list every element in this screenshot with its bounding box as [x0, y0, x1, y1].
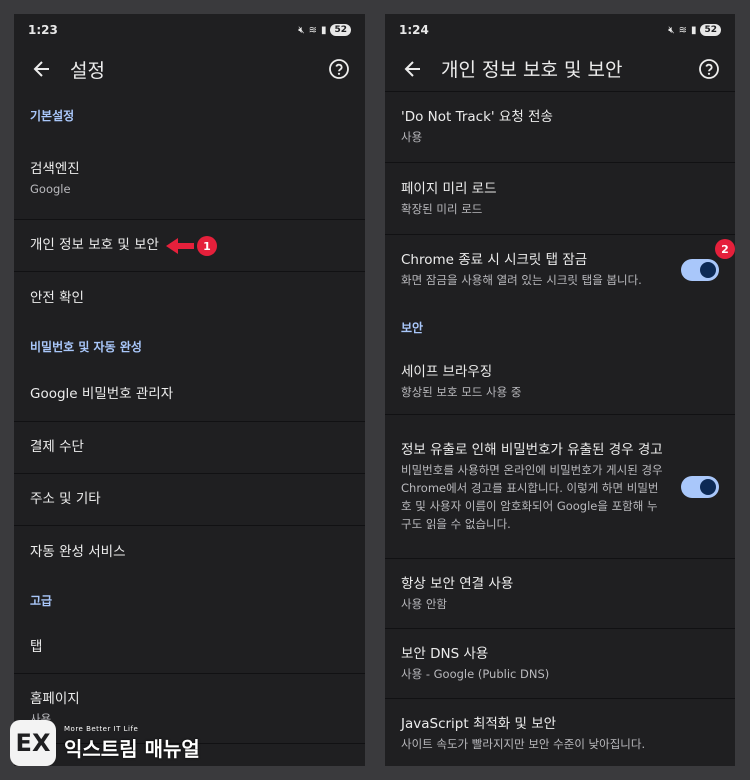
setting-value: 사용 안함	[401, 596, 447, 611]
setting-title: 검색엔진	[30, 160, 80, 177]
setting-title: 탭	[30, 639, 43, 655]
page-title: 개인 정보 보호 및 보안	[441, 59, 623, 81]
logo-tagline: More Better IT Life	[64, 724, 139, 733]
setting-value: 확장된 미리 로드	[401, 201, 483, 216]
status-icons: 🔇︎ ≋ ▮ 52	[668, 24, 721, 36]
pointer-arrow-icon	[166, 238, 194, 254]
setting-preload-pages[interactable]: 페이지 미리 로드 확장된 미리 로드	[385, 163, 735, 235]
status-icons: 🔇︎ ≋ ▮ 52	[298, 24, 351, 36]
step-badge: 2	[715, 239, 735, 259]
setting-title: 세이프 브라우징	[401, 363, 493, 380]
setting-title: 자동 완성 서비스	[30, 543, 126, 560]
setting-title: 페이지 미리 로드	[401, 180, 497, 197]
setting-value: 사용	[401, 130, 423, 144]
setting-title: 안전 확인	[30, 289, 84, 306]
settings-screen: 1:23 🔇︎ ≋ ▮ 52 설정 기본설정 검색엔진 Google 개인 정보…	[14, 14, 365, 766]
help-icon[interactable]	[327, 57, 351, 81]
back-arrow-icon[interactable]	[28, 55, 56, 83]
setting-safe-browsing[interactable]: 세이프 브라우징 향상된 보호 모드 사용 중	[385, 349, 735, 415]
section-header-basic: 기본설정	[30, 108, 75, 123]
setting-value: 사이트 속도가 빨라지지만 보안 수준이 낮아집니다.	[401, 737, 646, 751]
help-icon[interactable]	[697, 57, 721, 81]
setting-safety-check[interactable]: 안전 확인	[14, 272, 365, 324]
setting-title: 홈페이지	[30, 690, 80, 707]
site-watermark: EX More Better IT Life 익스트림 매뉴얼	[10, 720, 200, 766]
status-bar: 1:23 🔇︎ ≋ ▮ 52	[14, 14, 365, 46]
setting-title: Google 비밀번호 관리자	[30, 386, 174, 402]
setting-incognito-lock[interactable]: Chrome 종료 시 시크릿 탭 잠금 화면 잠금을 사용해 열려 있는 시크…	[385, 235, 735, 305]
status-time: 1:24	[399, 23, 429, 37]
section-header-advanced: 고급	[30, 593, 53, 608]
step-badge: 1	[197, 236, 217, 256]
toggle-knob	[700, 478, 716, 495]
setting-secure-connection[interactable]: 항상 보안 연결 사용 사용 안함	[385, 559, 735, 629]
setting-title: 주소 및 기타	[30, 491, 101, 507]
mute-icon: 🔇︎	[668, 24, 675, 36]
status-bar: 1:24 🔇︎ ≋ ▮ 52	[385, 14, 735, 46]
setting-payment-methods[interactable]: 결제 수단	[14, 422, 365, 474]
mute-icon: 🔇︎	[298, 24, 305, 36]
setting-javascript-optimization[interactable]: JavaScript 최적화 및 보안 사이트 속도가 빨라지지만 보안 수준이…	[385, 699, 735, 766]
setting-text: 정보 유출로 인해 비밀번호가 유출된 경우 경고 비밀번호를 사용하면 온라인…	[401, 441, 681, 533]
setting-title: 'Do Not Track' 요청 전송	[401, 109, 553, 125]
setting-title: 보안 DNS 사용	[401, 645, 489, 662]
setting-tabs[interactable]: 탭	[14, 622, 365, 674]
setting-password-leak-warning[interactable]: 정보 유출로 인해 비밀번호가 유출된 경우 경고 비밀번호를 사용하면 온라인…	[385, 415, 735, 559]
setting-text: Chrome 종료 시 시크릿 탭 잠금 화면 잠금을 사용해 열려 있는 시크…	[401, 251, 681, 289]
battery-indicator: 52	[700, 24, 721, 36]
setting-autofill-services[interactable]: 자동 완성 서비스	[14, 526, 365, 578]
setting-description: 화면 잠금을 사용해 열려 있는 시크릿 탭을 봅니다.	[401, 273, 642, 287]
battery-indicator: 52	[330, 24, 351, 36]
status-time: 1:23	[28, 23, 58, 37]
back-arrow-icon[interactable]	[399, 55, 427, 83]
setting-value: 향상된 보호 모드 사용 중	[401, 384, 522, 399]
setting-secure-dns[interactable]: 보안 DNS 사용 사용 - Google (Public DNS)	[385, 629, 735, 699]
privacy-security-screen: 1:24 🔇︎ ≋ ▮ 52 개인 정보 보호 및 보안 'Do Not Tra…	[385, 14, 735, 766]
wifi-icon: ≋	[308, 24, 317, 36]
app-bar: 개인 정보 보호 및 보안	[385, 46, 735, 92]
signal-icon: ▮	[320, 24, 327, 36]
privacy-settings-list: 'Do Not Track' 요청 전송 사용 페이지 미리 로드 확장된 미리…	[385, 92, 735, 766]
logo-text: More Better IT Life 익스트림 매뉴얼	[64, 725, 200, 762]
setting-title: 결제 수단	[30, 439, 84, 455]
toggle-knob	[700, 262, 716, 278]
setting-title: Chrome 종료 시 시크릿 탭 잠금	[401, 252, 588, 268]
page-title: 설정	[70, 59, 105, 82]
setting-description: 비밀번호를 사용하면 온라인에 비밀번호가 게시된 경우 Chrome에서 경고…	[401, 462, 663, 531]
wifi-icon: ≋	[678, 24, 687, 36]
section-header-autofill: 비밀번호 및 자동 완성	[30, 339, 142, 354]
setting-addresses[interactable]: 주소 및 기타	[14, 474, 365, 526]
setting-privacy-security[interactable]: 개인 정보 보호 및 보안 1	[14, 220, 365, 272]
setting-title: 정보 유출로 인해 비밀번호가 유출된 경우 경고	[401, 441, 663, 458]
app-bar: 설정	[14, 46, 365, 92]
setting-do-not-track[interactable]: 'Do Not Track' 요청 전송 사용	[385, 92, 735, 163]
setting-title: JavaScript 최적화 및 보안	[401, 716, 557, 732]
setting-search-engine[interactable]: 검색엔진 Google	[14, 138, 365, 220]
setting-password-manager[interactable]: Google 비밀번호 관리자	[14, 368, 365, 422]
settings-list: 기본설정 검색엔진 Google 개인 정보 보호 및 보안 1 안전 확인 비…	[14, 92, 365, 744]
signal-icon: ▮	[690, 24, 697, 36]
logo-letter: EX	[15, 729, 51, 757]
setting-title: 항상 보안 연결 사용	[401, 575, 514, 592]
setting-value: 사용 - Google (Public DNS)	[401, 666, 550, 681]
section-header-security: 보안	[401, 320, 424, 335]
password-leak-toggle[interactable]	[681, 475, 719, 498]
logo-name: 익스트림 매뉴얼	[64, 736, 200, 761]
setting-value: Google	[30, 181, 71, 196]
logo-icon: EX	[10, 720, 56, 766]
incognito-lock-toggle[interactable]	[681, 259, 719, 281]
